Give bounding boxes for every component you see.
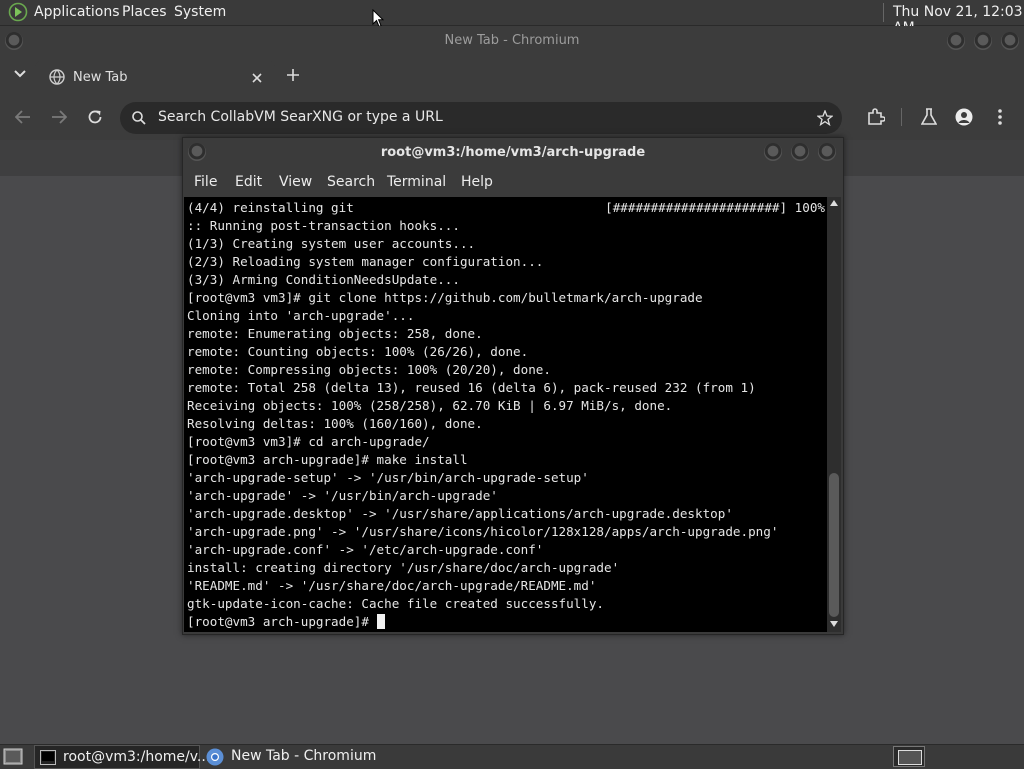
terminal-line: gtk-update-icon-cache: Cache file create… bbox=[187, 596, 605, 611]
show-desktop-icon[interactable] bbox=[3, 748, 23, 765]
places-menu[interactable]: Places bbox=[122, 4, 167, 20]
tab-search-chevron-icon[interactable] bbox=[14, 70, 26, 78]
menu-edit[interactable]: Edit bbox=[235, 174, 262, 190]
distro-logo-icon[interactable] bbox=[8, 2, 28, 22]
toolbar-divider bbox=[901, 108, 902, 126]
bookmark-star-icon[interactable] bbox=[817, 110, 833, 126]
chromium-window-title: New Tab - Chromium bbox=[444, 33, 580, 48]
browser-toolbar: Search CollabVM SearXNG or type a URL bbox=[0, 94, 1024, 140]
maximize-button[interactable] bbox=[974, 32, 992, 50]
terminal-window-title: root@vm3:/home/vm3/arch-upgrade bbox=[380, 145, 646, 160]
minimize-button[interactable] bbox=[947, 32, 965, 50]
terminal-line: 'arch-upgrade.conf' -> '/etc/arch-upgrad… bbox=[187, 542, 544, 557]
terminal-line: 'arch-upgrade.png' -> '/usr/share/icons/… bbox=[187, 524, 779, 539]
terminal-close-button[interactable] bbox=[818, 143, 836, 161]
terminal-line: Cloning into 'arch-upgrade'... bbox=[187, 308, 415, 323]
omnibox-input[interactable]: Search CollabVM SearXNG or type a URL bbox=[158, 109, 443, 125]
taskbar-item-label: New Tab - Chromium bbox=[231, 748, 377, 764]
workspace-1[interactable] bbox=[898, 750, 922, 765]
terminal-line: (2/3) Reloading system manager configura… bbox=[187, 254, 544, 269]
terminal-maximize-button[interactable] bbox=[791, 143, 809, 161]
terminal-titlebar[interactable]: root@vm3:/home/vm3/arch-upgrade bbox=[183, 138, 843, 167]
terminal-line: [root@vm3 arch-upgrade]# bbox=[187, 613, 385, 631]
terminal-line: 'arch-upgrade' -> '/usr/bin/arch-upgrade… bbox=[187, 488, 498, 503]
taskbar-item-terminal[interactable]: root@vm3:/home/v... bbox=[34, 745, 210, 769]
tab-label: New Tab bbox=[73, 70, 128, 85]
terminal-cursor bbox=[376, 614, 385, 629]
terminal-line: (3/3) Arming ConditionNeedsUpdate... bbox=[187, 272, 460, 287]
terminal-line: remote: Compressing objects: 100% (20/20… bbox=[187, 362, 551, 377]
menu-help[interactable]: Help bbox=[461, 174, 493, 190]
extensions-puzzle-icon[interactable] bbox=[867, 108, 885, 126]
menu-search[interactable]: Search bbox=[327, 174, 375, 190]
terminal-line: remote: Enumerating objects: 258, done. bbox=[187, 326, 483, 341]
terminal-line: remote: Counting objects: 100% (26/26), … bbox=[187, 344, 529, 359]
reload-icon[interactable] bbox=[87, 109, 103, 125]
taskbar-item-label: root@vm3:/home/v... bbox=[63, 749, 211, 765]
taskbar-item-chromium[interactable]: New Tab - Chromium bbox=[202, 745, 376, 769]
chromium-titlebar[interactable]: New Tab - Chromium bbox=[0, 26, 1024, 56]
terminal-scrollbar[interactable] bbox=[827, 197, 841, 632]
terminal-line: remote: Total 258 (delta 13), reused 16 … bbox=[187, 380, 756, 395]
menu-file[interactable]: File bbox=[194, 174, 217, 190]
panel-separator bbox=[883, 3, 884, 22]
terminal-line: install: creating directory '/usr/share/… bbox=[187, 560, 620, 575]
terminal-line: [root@vm3 vm3]# git clone https://github… bbox=[187, 290, 703, 305]
terminal-line: 'README.md' -> '/usr/share/doc/arch-upgr… bbox=[187, 578, 597, 593]
forward-arrow-icon[interactable] bbox=[51, 110, 67, 124]
menu-dots-icon[interactable] bbox=[997, 109, 1003, 125]
bottom-panel: root@vm3:/home/v... New Tab - Chromium bbox=[0, 744, 1024, 769]
terminal-line: Resolving deltas: 100% (160/160), done. bbox=[187, 416, 483, 431]
terminal-window[interactable]: root@vm3:/home/vm3/arch-upgrade File Edi… bbox=[182, 137, 844, 635]
globe-icon bbox=[49, 69, 65, 85]
terminal-icon bbox=[40, 750, 56, 765]
terminal-line: [root@vm3 arch-upgrade]# make install bbox=[187, 452, 468, 467]
terminal-line: :: Running post-transaction hooks... bbox=[187, 218, 460, 233]
scrollbar-thumb[interactable] bbox=[829, 473, 839, 617]
close-tab-icon[interactable] bbox=[252, 73, 262, 83]
terminal-line: Receiving objects: 100% (258/258), 62.70… bbox=[187, 398, 673, 413]
applications-menu[interactable]: Applications bbox=[34, 4, 120, 20]
scroll-down-arrow-icon[interactable] bbox=[830, 621, 838, 627]
top-panel: Applications Places System Thu Nov 21, 1… bbox=[0, 0, 1024, 36]
progress-indicator: [######################] 100% bbox=[605, 200, 825, 215]
labs-flask-icon[interactable] bbox=[921, 108, 937, 126]
terminal-line: [root@vm3 vm3]# cd arch-upgrade/ bbox=[187, 434, 430, 449]
terminal-line: (1/3) Creating system user accounts... bbox=[187, 236, 476, 251]
new-tab-plus-icon[interactable] bbox=[287, 69, 299, 81]
omnibox[interactable]: Search CollabVM SearXNG or type a URL bbox=[120, 102, 842, 134]
scroll-up-arrow-icon[interactable] bbox=[830, 200, 838, 206]
terminal-line: (4/4) reinstalling git bbox=[187, 200, 354, 215]
close-window-button[interactable] bbox=[1001, 32, 1019, 50]
menu-terminal[interactable]: Terminal bbox=[387, 174, 446, 190]
tab-new-tab[interactable]: New Tab bbox=[35, 60, 275, 94]
tab-strip: New Tab bbox=[0, 56, 1024, 94]
system-menu[interactable]: System bbox=[174, 4, 226, 20]
back-arrow-icon[interactable] bbox=[15, 110, 31, 124]
terminal-minimize-button[interactable] bbox=[764, 143, 782, 161]
search-icon bbox=[132, 111, 146, 125]
workspace-switcher[interactable] bbox=[893, 746, 925, 767]
terminal-output[interactable]: [######################] 100% (4/4) rein… bbox=[184, 197, 827, 632]
terminal-line: 'arch-upgrade-setup' -> '/usr/bin/arch-u… bbox=[187, 470, 589, 485]
chromium-icon bbox=[206, 748, 224, 766]
profile-avatar-icon[interactable] bbox=[955, 108, 973, 126]
terminal-line: 'arch-upgrade.desktop' -> '/usr/share/ap… bbox=[187, 506, 733, 521]
terminal-menubar: File Edit View Search Terminal Help bbox=[183, 167, 843, 197]
menu-view[interactable]: View bbox=[279, 174, 312, 190]
